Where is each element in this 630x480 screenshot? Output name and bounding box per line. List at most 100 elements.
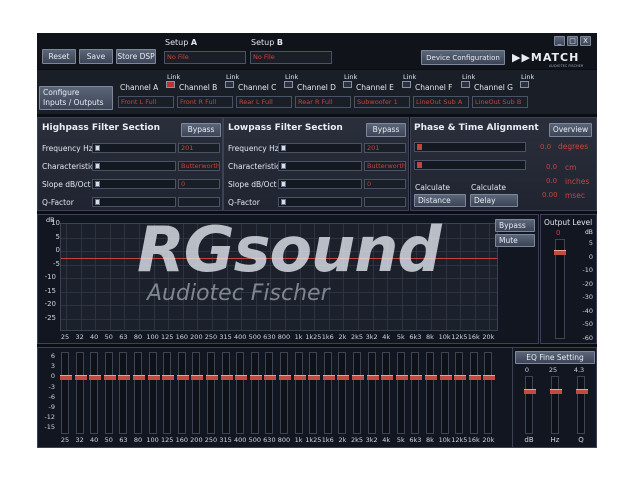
eq-band-fader[interactable] — [176, 352, 189, 434]
eq-band-knob[interactable] — [235, 375, 248, 380]
maximize-button[interactable]: □ — [567, 36, 578, 46]
slider-thumb[interactable] — [95, 199, 100, 205]
eq-band-knob[interactable] — [147, 375, 160, 380]
eq-band-fader[interactable] — [454, 352, 467, 434]
close-button[interactable]: X — [580, 36, 591, 46]
filter-row-value[interactable]: Butterworth — [364, 161, 406, 171]
eq-band-knob[interactable] — [249, 375, 262, 380]
channel-link-checkbox[interactable] — [166, 81, 175, 88]
eq-band-knob[interactable] — [468, 375, 481, 380]
filter-row-slider[interactable] — [278, 161, 362, 171]
eq-fine-fader[interactable] — [550, 376, 562, 434]
channel-link-checkbox[interactable] — [284, 81, 293, 88]
eq-band-fader[interactable] — [352, 352, 364, 434]
filter-row-value[interactable]: 201 — [178, 143, 220, 153]
eq-band-fader[interactable] — [322, 352, 335, 434]
eq-band-knob[interactable] — [337, 375, 350, 380]
eq-band-knob[interactable] — [264, 375, 277, 380]
eq-band-fader[interactable] — [395, 352, 408, 434]
phase-degrees-slider[interactable] — [414, 142, 526, 152]
channel-link-checkbox[interactable] — [461, 81, 470, 88]
eq-band-knob[interactable] — [191, 375, 204, 380]
eq-band-fader[interactable] — [206, 352, 218, 434]
slider-thumb[interactable] — [281, 199, 286, 205]
eq-band-fader[interactable] — [103, 352, 116, 434]
eq-fine-fader[interactable] — [576, 376, 588, 434]
channel-output-field[interactable]: LineOut Sub B — [472, 96, 528, 108]
filter-row-value[interactable]: 0 — [364, 179, 406, 189]
lowpass-bypass-button[interactable]: Bypass — [366, 123, 406, 137]
slider-thumb[interactable] — [281, 181, 286, 187]
calculate-delay-button[interactable]: Delay — [470, 194, 518, 207]
eq-band-knob[interactable] — [89, 375, 102, 380]
eq-fine-knob[interactable] — [524, 389, 536, 394]
eq-band-fader[interactable] — [89, 352, 102, 434]
eq-band-knob[interactable] — [162, 375, 175, 380]
setup-b-field[interactable]: No File — [250, 51, 332, 64]
eq-band-fader[interactable] — [293, 352, 306, 434]
mute-button[interactable]: Mute — [495, 234, 535, 247]
eq-band-fader[interactable] — [118, 352, 131, 434]
eq-band-knob[interactable] — [483, 375, 496, 380]
eq-band-fader[interactable] — [381, 352, 394, 434]
filter-row-slider[interactable] — [92, 197, 176, 207]
save-button[interactable]: Save — [79, 49, 113, 64]
slider-thumb[interactable] — [95, 145, 100, 151]
overview-button[interactable]: Overview — [549, 123, 592, 137]
filter-row-value[interactable] — [364, 197, 406, 207]
eq-band-knob[interactable] — [381, 375, 394, 380]
eq-fine-knob[interactable] — [576, 389, 588, 394]
eq-fine-knob[interactable] — [550, 389, 562, 394]
filter-row-slider[interactable] — [92, 179, 176, 189]
eq-band-fader[interactable] — [191, 352, 204, 434]
eq-band-knob[interactable] — [293, 375, 306, 380]
channel-output-field[interactable]: LineOut Sub A — [413, 96, 469, 108]
highpass-bypass-button[interactable]: Bypass — [181, 123, 221, 137]
minimize-button[interactable]: _ — [554, 36, 565, 46]
setup-a-field[interactable]: No File — [164, 51, 246, 64]
eq-band-fader[interactable] — [147, 352, 160, 434]
eq-band-fader[interactable] — [410, 352, 423, 434]
channel-link-checkbox[interactable] — [402, 81, 411, 88]
channel-link-checkbox[interactable] — [520, 81, 529, 88]
filter-row-slider[interactable] — [92, 143, 176, 153]
eq-band-fader[interactable] — [235, 352, 248, 434]
eq-band-knob[interactable] — [74, 375, 87, 380]
configure-inputs-outputs-button[interactable]: Configure Inputs / Outputs — [39, 86, 113, 110]
filter-row-slider[interactable] — [278, 143, 362, 153]
slider-thumb[interactable] — [95, 181, 100, 187]
eq-band-fader[interactable] — [366, 352, 379, 434]
eq-band-fader[interactable] — [162, 352, 175, 434]
filter-row-slider[interactable] — [278, 197, 362, 207]
output-level-knob[interactable] — [554, 250, 566, 255]
device-configuration-button[interactable]: Device Configuration — [421, 50, 505, 65]
eq-band-fader[interactable] — [337, 352, 350, 434]
eq-band-fader[interactable] — [74, 352, 87, 434]
channel-link-checkbox[interactable] — [225, 81, 234, 88]
eq-band-fader[interactable] — [308, 352, 321, 434]
calculate-distance-button[interactable]: Distance — [414, 194, 466, 207]
eq-band-knob[interactable] — [279, 375, 291, 380]
eq-band-knob[interactable] — [103, 375, 116, 380]
filter-row-slider[interactable] — [278, 179, 362, 189]
eq-band-fader[interactable] — [425, 352, 437, 434]
eq-band-knob[interactable] — [454, 375, 467, 380]
eq-band-knob[interactable] — [60, 375, 72, 380]
channel-output-field[interactable]: Rear L Full — [236, 96, 292, 108]
slider-thumb[interactable] — [417, 144, 422, 150]
slider-thumb[interactable] — [417, 162, 422, 168]
eq-band-fader[interactable] — [220, 352, 233, 434]
eq-band-knob[interactable] — [176, 375, 189, 380]
eq-band-knob[interactable] — [410, 375, 423, 380]
channel-output-field[interactable]: Front L Full — [118, 96, 174, 108]
channel-output-field[interactable]: Front R Full — [177, 96, 233, 108]
eq-band-fader[interactable] — [264, 352, 277, 434]
eq-band-knob[interactable] — [352, 375, 364, 380]
response-bypass-button[interactable]: Bypass — [495, 219, 535, 232]
slider-thumb[interactable] — [95, 163, 100, 169]
eq-band-fader[interactable] — [249, 352, 262, 434]
slider-thumb[interactable] — [281, 163, 286, 169]
eq-band-knob[interactable] — [206, 375, 218, 380]
eq-band-knob[interactable] — [308, 375, 321, 380]
eq-band-knob[interactable] — [118, 375, 131, 380]
